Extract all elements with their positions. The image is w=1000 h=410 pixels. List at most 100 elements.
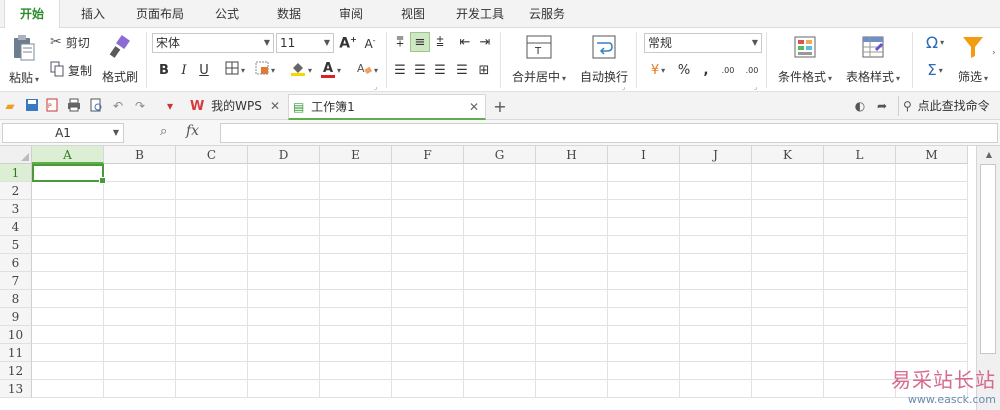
grid-cell[interactable] [608, 218, 680, 236]
grid-cell[interactable] [680, 344, 752, 362]
grid-cell[interactable] [680, 236, 752, 254]
row-header[interactable]: 10 [0, 326, 32, 344]
column-header[interactable]: M [896, 146, 968, 164]
grid-cell[interactable] [536, 308, 608, 326]
grid-cell[interactable] [176, 164, 248, 182]
grid-cell[interactable] [752, 218, 824, 236]
scrollbar-thumb[interactable] [980, 164, 996, 354]
grid-cell[interactable] [464, 362, 536, 380]
grid-cell[interactable] [608, 254, 680, 272]
grid-cell[interactable] [248, 362, 320, 380]
font-color-button[interactable]: A ▾ [316, 60, 346, 80]
grid-cell[interactable] [896, 164, 968, 182]
tab-home[interactable]: 开始 [4, 0, 60, 29]
row-header[interactable]: 4 [0, 218, 32, 236]
save-button[interactable] [24, 98, 40, 114]
grid-cell[interactable] [320, 182, 392, 200]
column-header[interactable]: F [392, 146, 464, 164]
grid-cell[interactable] [104, 164, 176, 182]
column-header[interactable]: I [608, 146, 680, 164]
grid-cell[interactable] [104, 254, 176, 272]
grid-cell[interactable] [896, 344, 968, 362]
grid-cell[interactable] [824, 326, 896, 344]
grid-cell[interactable] [392, 362, 464, 380]
close-icon[interactable]: ✕ [469, 95, 479, 119]
row-header[interactable]: 9 [0, 308, 32, 326]
border-button[interactable]: ▾ [220, 60, 250, 80]
grid-cell[interactable] [248, 164, 320, 182]
tab-formulas[interactable]: 公式 [200, 0, 254, 28]
grid-cell[interactable] [824, 308, 896, 326]
grid-cell[interactable] [680, 290, 752, 308]
grid-cell[interactable] [104, 200, 176, 218]
grid-cell[interactable] [320, 164, 392, 182]
grid-cell[interactable] [176, 362, 248, 380]
grid-cell[interactable] [680, 254, 752, 272]
grid-cell[interactable] [752, 308, 824, 326]
grid-cell[interactable] [608, 290, 680, 308]
grid-cell[interactable] [32, 218, 104, 236]
font-name-select[interactable]: 宋体 ▼ [152, 33, 274, 53]
grid-cell[interactable] [248, 200, 320, 218]
grid-cell[interactable] [104, 308, 176, 326]
increase-font-button[interactable]: A+ [338, 33, 358, 53]
grid-cell[interactable] [248, 254, 320, 272]
grid-cell[interactable] [392, 344, 464, 362]
grid-cell[interactable] [824, 164, 896, 182]
grid-cell[interactable] [752, 200, 824, 218]
grid-cell[interactable] [104, 218, 176, 236]
grid-cell[interactable] [248, 290, 320, 308]
grid-cell[interactable] [248, 236, 320, 254]
export-pdf-button[interactable]: P [44, 98, 60, 114]
grid-cell[interactable] [392, 272, 464, 290]
grid-cell[interactable] [608, 326, 680, 344]
grid-cell[interactable] [392, 218, 464, 236]
fill-color-button[interactable]: ▾ [286, 60, 316, 80]
decrease-font-button[interactable]: A- [360, 33, 380, 53]
grid-cell[interactable] [824, 236, 896, 254]
grid-cell[interactable] [104, 362, 176, 380]
grid-cell[interactable] [536, 200, 608, 218]
merge-center-button[interactable]: T 合并居中 ▾ [506, 32, 572, 88]
grid-cell[interactable] [320, 272, 392, 290]
grid-cell[interactable] [608, 344, 680, 362]
formula-input[interactable] [220, 123, 998, 143]
grid-cell[interactable] [104, 236, 176, 254]
grid-cell[interactable] [824, 218, 896, 236]
grid-cell[interactable] [824, 254, 896, 272]
grid-cell[interactable] [32, 254, 104, 272]
grid-cell[interactable] [464, 236, 536, 254]
grid-cell[interactable] [392, 164, 464, 182]
align-center-button[interactable]: ☰ [410, 60, 430, 80]
filter-button[interactable]: 筛选 ▾ [954, 32, 992, 88]
grid-cell[interactable] [608, 380, 680, 398]
grid-cell[interactable] [104, 290, 176, 308]
increase-indent-button[interactable]: ⇥ [475, 32, 495, 52]
decrease-indent-button[interactable]: ⇤ [455, 32, 475, 52]
grid-cell[interactable] [608, 182, 680, 200]
alignment-dialog-launcher-icon[interactable]: ⌟ [622, 83, 625, 91]
undo-button[interactable]: ↶ [110, 98, 126, 114]
tab-data[interactable]: 数据 [262, 0, 316, 28]
grid-cell[interactable] [680, 164, 752, 182]
grid-cell[interactable] [680, 182, 752, 200]
grid-cell[interactable] [536, 272, 608, 290]
grid-cell[interactable] [320, 380, 392, 398]
grid-cell[interactable] [464, 254, 536, 272]
customize-quick-access-button[interactable]: ▾ [162, 98, 178, 114]
grid-cell[interactable] [824, 380, 896, 398]
grid-cell[interactable] [320, 344, 392, 362]
grid-cell[interactable] [248, 182, 320, 200]
grid-cell[interactable] [608, 362, 680, 380]
grid-cell[interactable] [464, 200, 536, 218]
grid-cell[interactable] [608, 200, 680, 218]
grid-cell[interactable] [464, 380, 536, 398]
grid-cell[interactable] [896, 290, 968, 308]
grid-cell[interactable] [752, 380, 824, 398]
grid-cell[interactable] [680, 308, 752, 326]
grid-cell[interactable] [32, 362, 104, 380]
align-left-button[interactable]: ☰ [390, 60, 410, 80]
grid-cell[interactable] [608, 308, 680, 326]
row-header[interactable]: 1 [0, 164, 32, 182]
grid-cell[interactable] [32, 380, 104, 398]
